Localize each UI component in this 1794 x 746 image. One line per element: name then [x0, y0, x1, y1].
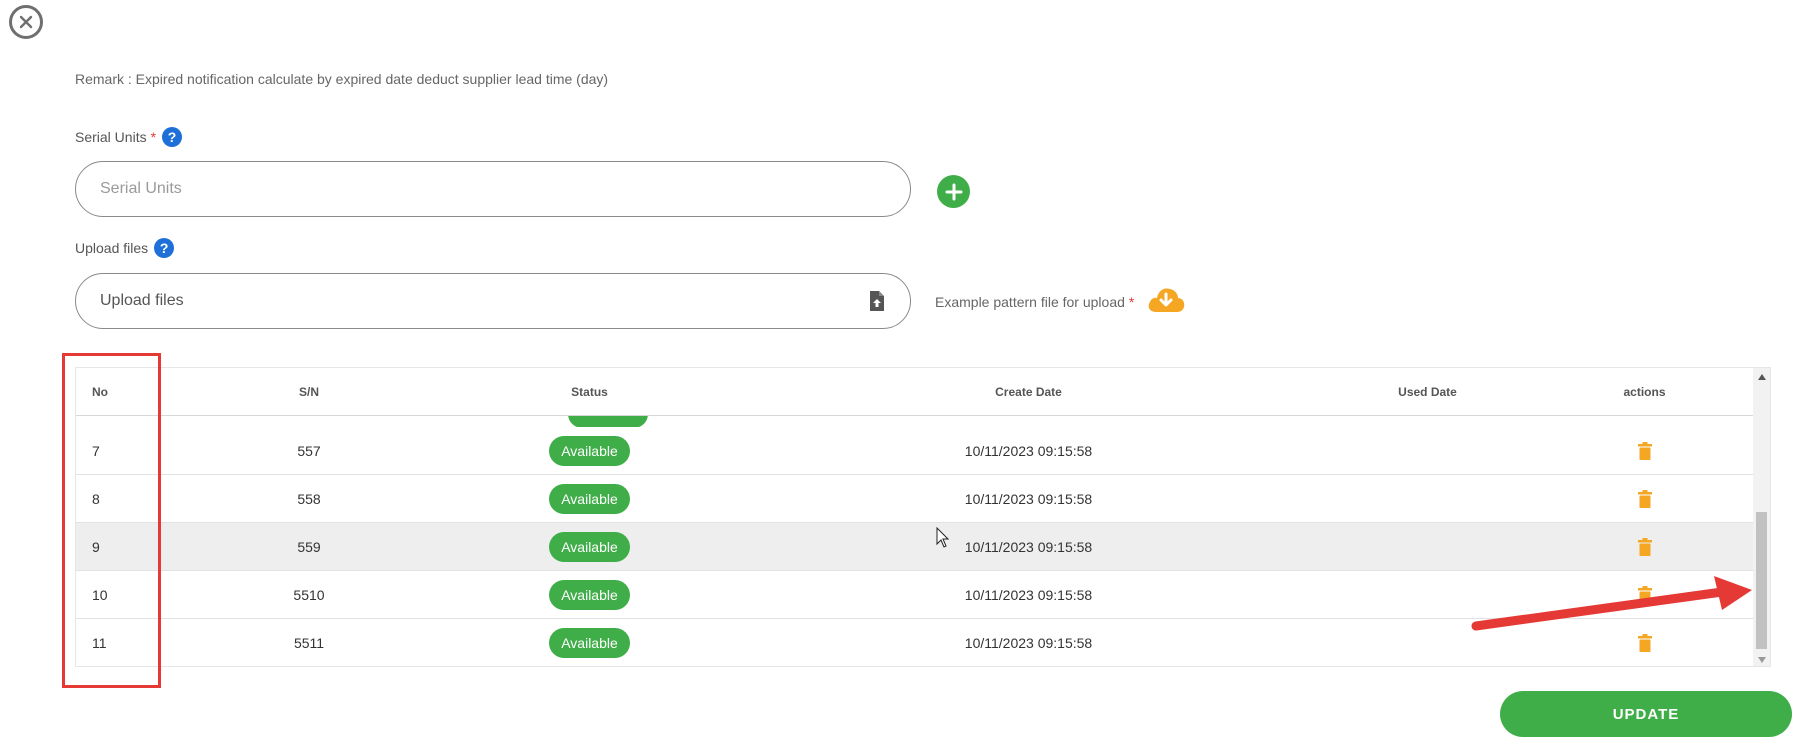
cell-status: Available: [442, 531, 737, 562]
upload-files-label: Upload files: [75, 240, 149, 256]
delete-button[interactable]: [1637, 585, 1652, 604]
question-icon[interactable]: ?: [162, 127, 183, 147]
table-row: 9 559 Available 10/11/2023 09:15:58: [76, 523, 1754, 571]
cell-create-date: 10/11/2023 09:15:58: [964, 442, 1093, 459]
cell-actions: [1535, 537, 1754, 556]
cell-no: 8: [92, 490, 100, 507]
table-row: 10 5510 Available 10/11/2023 09:15:58: [76, 571, 1754, 619]
update-button[interactable]: UPDATE: [1500, 691, 1792, 737]
cell-sn: 5511: [293, 634, 325, 651]
cell-create-date: 10/11/2023 09:15:58: [964, 538, 1093, 555]
header-actions-label: actions: [1623, 384, 1666, 399]
trash-icon: [1637, 489, 1652, 508]
scroll-down-button[interactable]: [1753, 651, 1770, 666]
delete-button[interactable]: [1637, 489, 1652, 508]
status-badge: Available: [549, 627, 630, 658]
table-header: No S/N Status Create Date Used Date acti…: [76, 368, 1754, 416]
status-badge: Available: [549, 435, 630, 466]
cell-no: 7: [92, 442, 100, 459]
cell-actions: [1535, 441, 1754, 460]
required-mark: *: [1128, 294, 1135, 310]
cell-no: 10: [92, 586, 108, 603]
scrollbar-thumb[interactable]: [1756, 512, 1767, 649]
cell-status: Available: [442, 579, 737, 610]
cell-sn: 558: [297, 490, 321, 507]
delete-button[interactable]: [1637, 537, 1652, 556]
table-row: 11 5511 Available 10/11/2023 09:15:58: [76, 619, 1754, 666]
cell-create-date: 10/11/2023 09:15:58: [964, 634, 1093, 651]
table-row: 7 557 Available 10/11/2023 09:15:58: [76, 427, 1754, 475]
cell-actions: [1535, 633, 1754, 652]
cell-create-date: 10/11/2023 09:15:58: [964, 586, 1093, 603]
header-sn[interactable]: S/N: [176, 385, 442, 399]
scroll-up-icon: [1757, 373, 1766, 380]
header-create-date[interactable]: Create Date: [737, 385, 1320, 399]
cell-actions: [1535, 489, 1754, 508]
delete-button[interactable]: [1637, 633, 1652, 652]
header-no[interactable]: No: [76, 385, 176, 399]
file-upload-icon[interactable]: [868, 290, 886, 312]
header-status-label: Status: [571, 384, 608, 399]
header-actions: actions: [1535, 385, 1754, 399]
upload-files-field[interactable]: Upload files: [75, 273, 911, 329]
close-button[interactable]: [9, 5, 43, 39]
header-status[interactable]: Status: [442, 385, 737, 399]
cell-status: Available: [442, 435, 737, 466]
upload-files-label-row: Upload files ?: [75, 238, 175, 258]
plus-icon: [945, 183, 962, 200]
trash-icon: [1637, 441, 1652, 460]
cloud-download-icon[interactable]: [1146, 284, 1186, 314]
status-badge: Available: [549, 531, 630, 562]
cell-no: 9: [92, 538, 100, 555]
table-scrollbar[interactable]: [1753, 368, 1770, 666]
question-icon[interactable]: ?: [154, 238, 175, 258]
cell-sn: 5510: [293, 586, 325, 603]
table-row: 8 558 Available 10/11/2023 09:15:58: [76, 475, 1754, 523]
cell-status: Available: [442, 627, 737, 658]
serial-units-table: No S/N Status Create Date Used Date acti…: [75, 367, 1771, 667]
status-badge: Available: [549, 483, 630, 514]
cell-sn: 557: [297, 442, 321, 459]
cell-actions: [1535, 585, 1754, 604]
serial-units-label: Serial Units: [75, 129, 147, 145]
cell-no: 11: [92, 634, 107, 651]
trash-icon: [1637, 537, 1652, 556]
cell-status: Available: [442, 483, 737, 514]
status-badge: Available: [549, 579, 630, 610]
trash-icon: [1637, 633, 1652, 652]
cell-create-date: 10/11/2023 09:15:58: [964, 490, 1093, 507]
close-icon: [19, 15, 33, 29]
scroll-up-button[interactable]: [1753, 368, 1770, 385]
scroll-down-icon: [1757, 656, 1766, 663]
add-serial-button[interactable]: [937, 175, 970, 208]
remark-text: Remark : Expired notification calculate …: [75, 71, 609, 87]
example-pattern-label: Example pattern file for upload: [935, 294, 1125, 310]
header-used-date[interactable]: Used Date: [1320, 385, 1535, 399]
serial-units-input[interactable]: [75, 161, 911, 217]
trash-icon: [1637, 585, 1652, 604]
upload-files-text: Upload files: [100, 292, 184, 309]
required-mark: *: [150, 129, 157, 145]
example-pattern-row: Example pattern file for upload *: [935, 288, 1186, 314]
delete-button[interactable]: [1637, 441, 1652, 460]
serial-units-label-row: Serial Units * ?: [75, 127, 183, 147]
cell-sn: 559: [297, 538, 321, 555]
